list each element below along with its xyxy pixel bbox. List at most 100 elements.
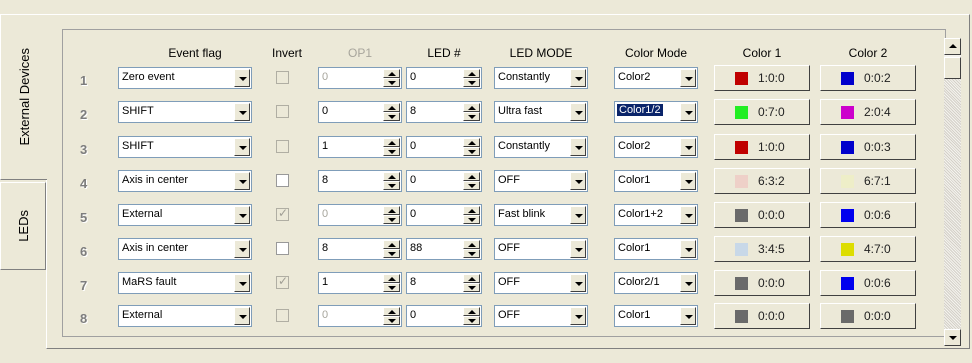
event-flag-select[interactable]: Zero event [118, 67, 252, 89]
invert-checkbox[interactable] [276, 71, 289, 84]
op1-spinner[interactable]: 1 [318, 272, 402, 294]
spin-up-icon[interactable] [463, 274, 480, 283]
spin-down-icon[interactable] [463, 316, 480, 325]
spin-down-icon[interactable] [463, 181, 480, 190]
led-number-spinner[interactable]: 8 [406, 101, 482, 123]
chevron-down-icon[interactable] [570, 307, 586, 325]
led-mode-select[interactable]: Constantly [494, 67, 588, 89]
op1-spinner[interactable]: 0 [318, 204, 402, 226]
spin-up-icon[interactable] [463, 103, 480, 112]
chevron-down-icon[interactable] [234, 172, 250, 190]
spin-up-icon[interactable] [463, 138, 480, 147]
spin-down-icon[interactable] [463, 249, 480, 258]
chevron-down-icon[interactable] [680, 206, 696, 224]
op1-spinner[interactable]: 0 [318, 67, 402, 89]
scroll-track[interactable] [944, 79, 961, 329]
spin-up-icon[interactable] [383, 172, 400, 181]
color2-button[interactable]: 2:0:4 [820, 99, 916, 125]
spin-down-icon[interactable] [463, 78, 480, 87]
spin-up-icon[interactable] [463, 240, 480, 249]
chevron-down-icon[interactable] [570, 69, 586, 87]
color-mode-select[interactable]: Color1 [614, 170, 698, 192]
led-number-spinner[interactable]: 0 [406, 204, 482, 226]
spin-down-icon[interactable] [383, 181, 400, 190]
led-mode-select[interactable]: Fast blink [494, 204, 588, 226]
spin-down-icon[interactable] [463, 215, 480, 224]
chevron-down-icon[interactable] [570, 172, 586, 190]
chevron-down-icon[interactable] [680, 172, 696, 190]
chevron-down-icon[interactable] [570, 103, 586, 121]
invert-checkbox[interactable] [276, 105, 289, 118]
color2-button[interactable]: 0:0:3 [820, 134, 916, 160]
event-flag-select[interactable]: SHIFT [118, 101, 252, 123]
scroll-up-button[interactable] [944, 38, 961, 55]
color-mode-select[interactable]: Color1 [614, 238, 698, 260]
event-flag-select[interactable]: Axis in center [118, 170, 252, 192]
spin-up-icon[interactable] [383, 69, 400, 78]
color-mode-select[interactable]: Color2/1 [614, 272, 698, 294]
color-mode-select[interactable]: Color1 [614, 305, 698, 327]
spin-down-icon[interactable] [383, 249, 400, 258]
led-number-spinner[interactable]: 88 [406, 238, 482, 260]
spin-down-icon[interactable] [383, 147, 400, 156]
chevron-down-icon[interactable] [234, 206, 250, 224]
event-flag-select[interactable]: SHIFT [118, 136, 252, 158]
chevron-down-icon[interactable] [234, 240, 250, 258]
color1-button[interactable]: 3:4:5 [714, 236, 810, 262]
chevron-down-icon[interactable] [680, 103, 696, 121]
scroll-down-button[interactable] [944, 329, 961, 346]
invert-checkbox[interactable] [276, 309, 289, 322]
tab-external-devices[interactable]: External Devices [0, 14, 47, 180]
spin-up-icon[interactable] [383, 240, 400, 249]
invert-checkbox[interactable] [276, 174, 289, 187]
color1-button[interactable]: 1:0:0 [714, 134, 810, 160]
chevron-down-icon[interactable] [570, 274, 586, 292]
color1-button[interactable]: 0:7:0 [714, 99, 810, 125]
chevron-down-icon[interactable] [680, 138, 696, 156]
chevron-down-icon[interactable] [234, 307, 250, 325]
chevron-down-icon[interactable] [680, 274, 696, 292]
chevron-down-icon[interactable] [570, 206, 586, 224]
scroll-thumb[interactable] [944, 57, 961, 79]
event-flag-select[interactable]: External [118, 204, 252, 226]
led-mode-select[interactable]: Ultra fast [494, 101, 588, 123]
tab-leds[interactable]: LEDs [0, 182, 46, 270]
color1-button[interactable]: 0:0:0 [714, 270, 810, 296]
spin-up-icon[interactable] [463, 69, 480, 78]
op1-spinner[interactable]: 0 [318, 305, 402, 327]
event-flag-select[interactable]: MaRS fault [118, 272, 252, 294]
spin-up-icon[interactable] [463, 206, 480, 215]
invert-checkbox[interactable]: ✓ [276, 206, 289, 221]
color-mode-select[interactable]: Color2 [614, 67, 698, 89]
spin-down-icon[interactable] [383, 215, 400, 224]
chevron-down-icon[interactable] [234, 274, 250, 292]
chevron-down-icon[interactable] [680, 69, 696, 87]
spin-down-icon[interactable] [463, 147, 480, 156]
op1-spinner[interactable]: 0 [318, 101, 402, 123]
spin-down-icon[interactable] [383, 78, 400, 87]
chevron-down-icon[interactable] [680, 307, 696, 325]
color2-button[interactable]: 0:0:0 [820, 303, 916, 329]
chevron-down-icon[interactable] [570, 138, 586, 156]
spin-up-icon[interactable] [463, 172, 480, 181]
color1-button[interactable]: 0:0:0 [714, 303, 810, 329]
color2-button[interactable]: 0:0:2 [820, 65, 916, 91]
spin-down-icon[interactable] [383, 283, 400, 292]
color2-button[interactable]: 0:0:6 [820, 270, 916, 296]
led-mode-select[interactable]: OFF [494, 272, 588, 294]
color2-button[interactable]: 0:0:6 [820, 202, 916, 228]
spin-up-icon[interactable] [383, 138, 400, 147]
vertical-scrollbar[interactable] [944, 38, 961, 346]
spin-down-icon[interactable] [463, 283, 480, 292]
op1-spinner[interactable]: 1 [318, 136, 402, 158]
led-number-spinner[interactable]: 8 [406, 272, 482, 294]
spin-down-icon[interactable] [463, 112, 480, 121]
color-mode-select[interactable]: Color1/2 [614, 101, 698, 123]
event-flag-select[interactable]: External [118, 305, 252, 327]
led-mode-select[interactable]: OFF [494, 238, 588, 260]
spin-down-icon[interactable] [383, 316, 400, 325]
invert-checkbox[interactable] [276, 242, 289, 255]
op1-spinner[interactable]: 8 [318, 170, 402, 192]
spin-up-icon[interactable] [383, 206, 400, 215]
color1-button[interactable]: 0:0:0 [714, 202, 810, 228]
